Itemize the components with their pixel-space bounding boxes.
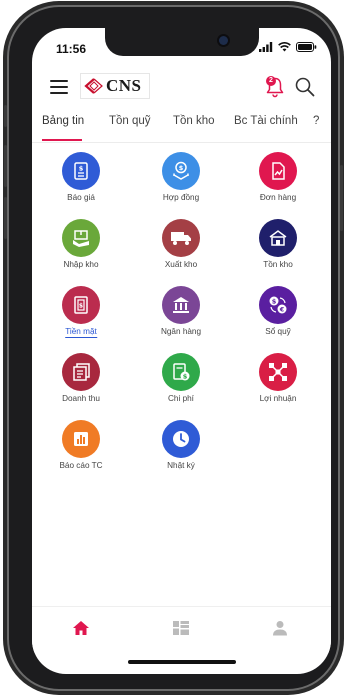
tile-chi-phi[interactable]: $ Chi phí	[136, 349, 226, 409]
svg-text:$: $	[79, 165, 84, 173]
svg-text:$: $	[183, 372, 188, 380]
home-icon	[73, 621, 89, 635]
tile-label: Sổ quỹ	[265, 327, 291, 336]
svg-text:$: $	[179, 164, 184, 172]
user-icon	[273, 621, 287, 636]
camera-icon	[219, 36, 228, 45]
menu-icon[interactable]	[50, 80, 68, 96]
phone-frame: 11:56 CNS 2 Bảng tin Tồn quỹ Tồn kho Bc …	[4, 5, 343, 691]
tile-loi-nhuan[interactable]: Lợi nhuận	[233, 349, 323, 409]
tile-bao-cao-tc[interactable]: Báo cáo TC	[36, 416, 126, 476]
logo-text: CNS	[106, 76, 142, 95]
expense-calculator-icon: $	[162, 353, 200, 391]
tile-label: Nhập kho	[63, 260, 99, 269]
tile-label: Lợi nhuận	[259, 394, 297, 403]
tile-bao-gia[interactable]: $ Báo giá	[36, 148, 126, 208]
tile-don-hang[interactable]: Đơn hàng	[233, 148, 323, 208]
tile-label: Báo giá	[67, 193, 95, 202]
tab-bang-tin[interactable]: Bảng tin	[42, 115, 84, 127]
status-time: 11:56	[56, 42, 87, 56]
profit-network-icon	[259, 353, 297, 391]
dashboard-icon	[173, 621, 189, 635]
nav-profile[interactable]	[268, 617, 292, 639]
search-icon[interactable]	[294, 76, 316, 98]
tile-label: Ngân hàng	[160, 327, 202, 336]
quote-document-icon: $	[62, 152, 100, 190]
tile-label: Chi phí	[168, 394, 194, 403]
power-button	[340, 165, 343, 231]
tile-label: Xuất kho	[164, 260, 198, 269]
tile-xuat-kho[interactable]: Xuất kho	[136, 215, 226, 275]
notification-badge: 2	[266, 76, 276, 86]
tile-label: Tồn kho	[263, 260, 293, 269]
delivery-truck-icon	[162, 219, 200, 257]
app-header: CNS 2	[32, 68, 331, 112]
home-indicator[interactable]	[128, 660, 236, 664]
clock-icon	[162, 420, 200, 458]
tile-nhap-kho[interactable]: Nhập kho	[36, 215, 126, 275]
tile-label: Báo cáo TC	[59, 461, 103, 470]
tile-label: Đơn hàng	[259, 193, 297, 202]
tile-label: Nhật ký	[167, 461, 195, 470]
bottom-navigation	[32, 606, 331, 653]
svg-text:$: $	[272, 297, 277, 305]
cns-logo: CNS	[80, 73, 150, 99]
warehouse-icon	[259, 219, 297, 257]
contract-money-icon: $	[162, 152, 200, 190]
silent-switch	[4, 105, 7, 127]
active-tab-indicator	[42, 139, 82, 141]
order-chart-icon	[259, 152, 297, 190]
cns-logo-mark-icon	[84, 78, 103, 94]
svg-text:€: €	[279, 305, 285, 313]
tile-so-quy[interactable]: $ € Sổ quỹ	[233, 282, 323, 342]
nav-dashboard[interactable]	[169, 617, 193, 639]
tab-more[interactable]: ?	[313, 115, 319, 127]
notch	[105, 28, 259, 56]
tile-nhat-ky[interactable]: Nhật ký	[136, 416, 226, 476]
svg-text:$: $	[79, 303, 83, 310]
battery-icon	[296, 42, 317, 52]
tab-bar: Bảng tin Tồn quỹ Tồn kho Bc Tài chính ?	[32, 112, 331, 143]
nav-home[interactable]	[69, 617, 93, 639]
volume-up-button	[4, 145, 7, 187]
revenue-report-icon	[62, 353, 100, 391]
tab-bc-tai-chinh[interactable]: Bc Tài chính	[234, 115, 298, 127]
volume-down-button	[4, 197, 7, 239]
cash-icon: $	[62, 286, 100, 324]
tab-ton-quy[interactable]: Tồn quỹ	[109, 115, 151, 127]
app-screen: 11:56 CNS 2 Bảng tin Tồn quỹ Tồn kho Bc …	[32, 28, 331, 674]
tile-hop-dong[interactable]: $ Hợp đồng	[136, 148, 226, 208]
tile-label: Doanh thu	[62, 394, 100, 403]
tile-label: Tiền mặt	[65, 327, 97, 338]
tile-ngan-hang[interactable]: Ngân hàng	[136, 282, 226, 342]
tile-ton-kho[interactable]: Tồn kho	[233, 215, 323, 275]
bank-icon	[162, 286, 200, 324]
currency-exchange-icon: $ €	[259, 286, 297, 324]
financial-report-icon	[62, 420, 100, 458]
tab-ton-kho[interactable]: Tồn kho	[173, 115, 215, 127]
tile-tien-mat[interactable]: $ Tiền mặt	[36, 282, 126, 342]
tile-doanh-thu[interactable]: Doanh thu	[36, 349, 126, 409]
wifi-icon	[278, 42, 291, 52]
import-box-icon	[62, 219, 100, 257]
status-icons	[259, 42, 317, 52]
cellular-signal-icon	[259, 42, 273, 52]
tile-label: Hợp đồng	[162, 193, 200, 202]
